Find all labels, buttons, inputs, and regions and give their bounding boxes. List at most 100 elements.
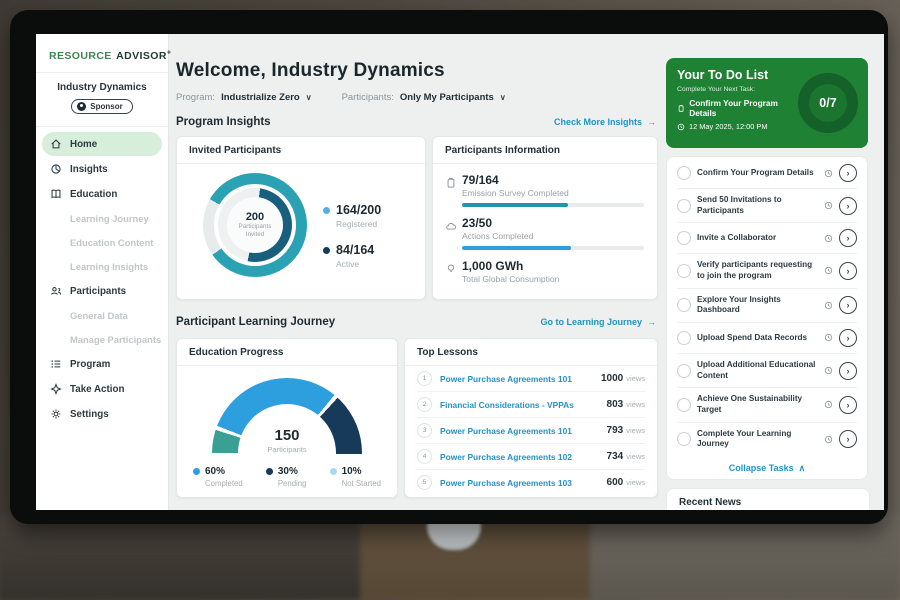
legend-dot bbox=[193, 468, 200, 475]
todo-next-task[interactable]: Confirm Your Program Details bbox=[677, 98, 797, 118]
lesson-row[interactable]: 2 Financial Considerations - VPPAs 803 v… bbox=[417, 392, 645, 418]
arrow-right-icon: → bbox=[647, 317, 656, 327]
legend-pending: 30% Pending bbox=[266, 466, 307, 488]
task-item[interactable]: Explore Your Insights Dashboard › bbox=[677, 289, 857, 323]
collapse-tasks-link[interactable]: Collapse Tasks ∧ bbox=[677, 456, 857, 474]
todo-task-list: Confirm Your Program Details › Send 50 I… bbox=[666, 156, 868, 480]
sidebar-item-education[interactable]: Education bbox=[42, 182, 162, 206]
task-item[interactable]: Invite a Collaborator › bbox=[677, 223, 857, 254]
task-chevron-button[interactable]: › bbox=[839, 197, 857, 215]
sidebar-item-general-data[interactable]: General Data bbox=[42, 304, 162, 327]
participant-progress-fill bbox=[462, 203, 568, 207]
legend-dot bbox=[323, 247, 330, 254]
lesson-link[interactable]: Power Purchase Agreements 101 bbox=[440, 426, 607, 436]
lesson-link[interactable]: Power Purchase Agreements 102 bbox=[440, 452, 607, 462]
sidebar-item-education-content[interactable]: Education Content bbox=[42, 231, 162, 254]
education-icon bbox=[50, 188, 62, 200]
card-title: Education Progress bbox=[177, 339, 397, 366]
check-more-insights-link[interactable]: Check More Insights → bbox=[554, 117, 656, 127]
sidebar-item-program[interactable]: Program bbox=[42, 352, 162, 376]
task-checkbox[interactable] bbox=[677, 166, 691, 180]
task-chevron-button[interactable]: › bbox=[839, 262, 857, 280]
task-item[interactable]: Achieve One Sustainability Target › bbox=[677, 388, 857, 422]
program-dropdown[interactable]: Program: Industrialize Zero ∨ bbox=[176, 92, 312, 103]
app-logo: RESOURCE ADVISOR+ bbox=[36, 34, 168, 73]
home-icon bbox=[50, 138, 62, 150]
task-checkbox[interactable] bbox=[677, 231, 691, 245]
lesson-row[interactable]: 5 Power Purchase Agreements 103 600 view… bbox=[417, 470, 645, 495]
task-item[interactable]: Send 50 Invitations to Participants › bbox=[677, 189, 857, 223]
sidebar-item-insights[interactable]: Insights bbox=[42, 157, 162, 181]
program-insights-header: Program Insights Check More Insights → bbox=[176, 116, 656, 128]
top-lessons-card: Top Lessons 1 Power Purchase Agreements … bbox=[404, 338, 658, 498]
lesson-rank: 3 bbox=[417, 423, 432, 438]
chevron-right-icon: › bbox=[847, 168, 850, 178]
task-chevron-button[interactable]: › bbox=[839, 164, 857, 182]
lesson-row[interactable]: 4 Power Purchase Agreements 102 734 view… bbox=[417, 444, 645, 470]
lesson-link[interactable]: Power Purchase Agreements 103 bbox=[440, 478, 607, 488]
task-checkbox[interactable] bbox=[677, 364, 691, 378]
take-action-icon bbox=[50, 383, 62, 395]
consumption-row: 1,000 GWh Total Global Consumption bbox=[445, 259, 645, 284]
task-item[interactable]: Upload Additional Educational Content › bbox=[677, 354, 857, 388]
task-item[interactable]: Upload Spend Data Records › bbox=[677, 323, 857, 354]
task-chevron-button[interactable]: › bbox=[839, 329, 857, 347]
invited-participants-card: Invited Participants 200 Participants In… bbox=[176, 136, 426, 300]
chevron-down-icon: ∨ bbox=[306, 93, 312, 102]
sidebar-item-manage-participants[interactable]: Manage Participants bbox=[42, 328, 162, 351]
gauge-center: 150 Participants bbox=[212, 427, 362, 454]
lesson-row[interactable]: 3 Power Purchase Agreements 101 793 view… bbox=[417, 418, 645, 444]
sidebar-item-settings[interactable]: Settings bbox=[42, 402, 162, 426]
recent-news-title: Recent News bbox=[667, 489, 869, 510]
task-chevron-button[interactable]: › bbox=[839, 296, 857, 314]
participant-progress-fill bbox=[462, 246, 571, 250]
sidebar-item-learning-insights[interactable]: Learning Insights bbox=[42, 255, 162, 278]
task-checkbox[interactable] bbox=[677, 298, 691, 312]
chevron-up-icon: ∧ bbox=[799, 463, 806, 474]
sidebar-item-participants[interactable]: Participants bbox=[42, 279, 162, 303]
task-checkbox[interactable] bbox=[677, 398, 691, 412]
clock-icon bbox=[824, 234, 833, 243]
todo-summary-card: Your To Do List Complete Your Next Task:… bbox=[666, 58, 868, 148]
task-checkbox[interactable] bbox=[677, 199, 691, 213]
task-checkbox[interactable] bbox=[677, 331, 691, 345]
settings-icon bbox=[50, 408, 62, 420]
insights-icon bbox=[50, 163, 62, 175]
lesson-link[interactable]: Financial Considerations - VPPAs bbox=[440, 400, 607, 410]
filter-bar: Program: Industrialize Zero ∨ Participan… bbox=[176, 92, 506, 103]
lesson-rank: 2 bbox=[417, 397, 432, 412]
legend-dot bbox=[330, 468, 337, 475]
participants-icon bbox=[50, 285, 62, 297]
actions-progress-bar bbox=[462, 246, 644, 250]
donut-center: 200 Participants Invited bbox=[227, 197, 283, 253]
participants-value: Only My Participants bbox=[400, 92, 494, 103]
task-checkbox[interactable] bbox=[677, 264, 691, 278]
clock-icon bbox=[824, 301, 833, 310]
legend-dot bbox=[266, 468, 273, 475]
sidebar-item-home[interactable]: Home bbox=[42, 132, 162, 156]
todo-panel: Your To Do List Complete Your Next Task:… bbox=[666, 34, 868, 510]
task-checkbox[interactable] bbox=[677, 432, 691, 446]
clock-icon bbox=[824, 366, 833, 375]
task-item[interactable]: Confirm Your Program Details › bbox=[677, 158, 857, 189]
lessons-list: 1 Power Purchase Agreements 101 1000 vie… bbox=[405, 366, 657, 495]
task-item[interactable]: Verify participants requesting to join t… bbox=[677, 254, 857, 288]
legend-completed: 60% Completed bbox=[193, 466, 243, 488]
dashboard-screen: RESOURCE ADVISOR+ Industry Dynamics Spon… bbox=[36, 34, 884, 510]
sidebar-item-take-action[interactable]: Take Action bbox=[42, 377, 162, 401]
chevron-right-icon: › bbox=[847, 333, 850, 343]
task-chevron-button[interactable]: › bbox=[839, 362, 857, 380]
go-to-learning-journey-link[interactable]: Go to Learning Journey → bbox=[540, 317, 656, 327]
sponsor-badge: Sponsor bbox=[71, 99, 132, 114]
task-item[interactable]: Complete Your Learning Journey › bbox=[677, 423, 857, 456]
participants-dropdown[interactable]: Participants: Only My Participants ∨ bbox=[342, 92, 506, 103]
lesson-row[interactable]: 1 Power Purchase Agreements 101 1000 vie… bbox=[417, 366, 645, 392]
task-chevron-button[interactable]: › bbox=[839, 396, 857, 414]
org-name: Industry Dynamics bbox=[42, 82, 162, 93]
task-chevron-button[interactable]: › bbox=[839, 430, 857, 448]
sidebar-item-learning-journey[interactable]: Learning Journey bbox=[42, 207, 162, 230]
clipboard-icon bbox=[677, 104, 685, 113]
clock-icon bbox=[677, 123, 685, 131]
lesson-link[interactable]: Power Purchase Agreements 101 bbox=[440, 374, 601, 384]
task-chevron-button[interactable]: › bbox=[839, 229, 857, 247]
